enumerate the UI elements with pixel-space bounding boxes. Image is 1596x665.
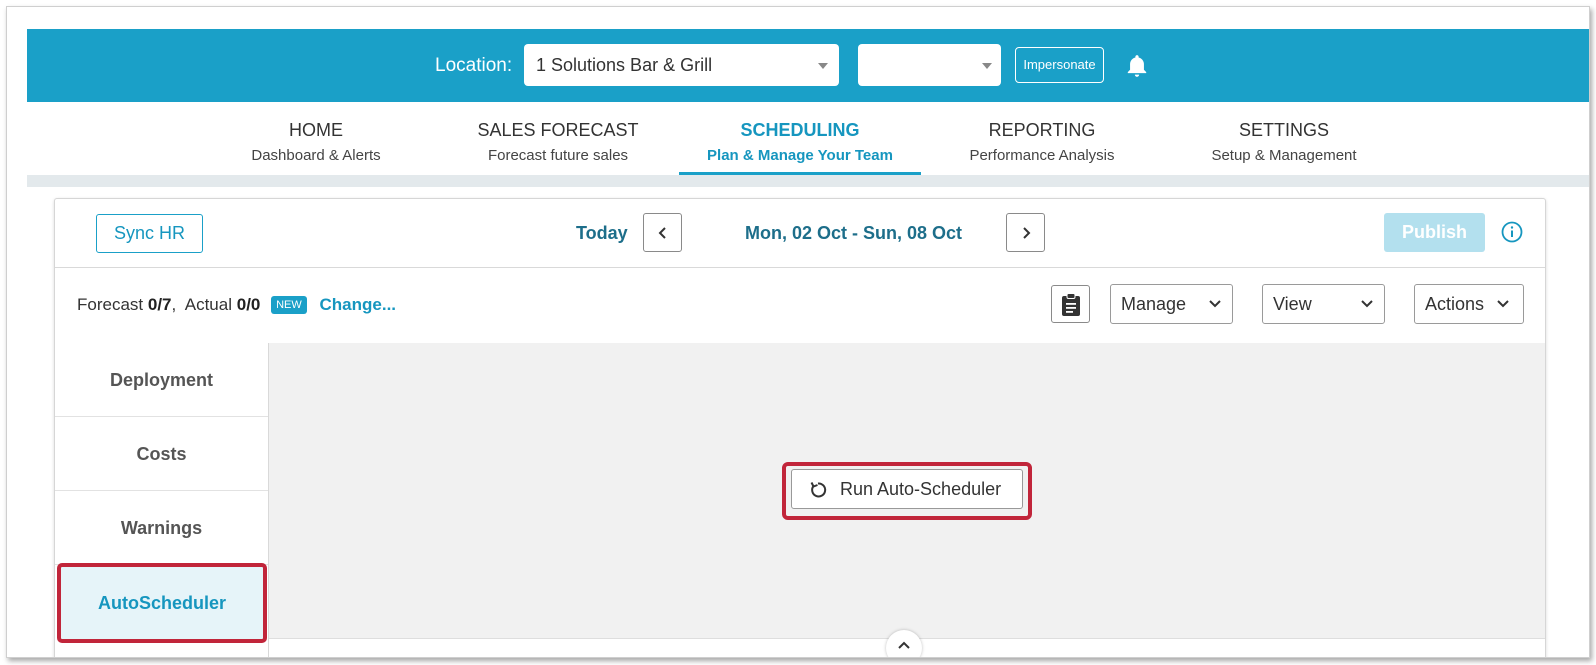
next-week-button[interactable] [1006, 213, 1045, 252]
publish-button[interactable]: Publish [1384, 213, 1485, 252]
chevron-up-icon [898, 641, 910, 649]
view-dropdown[interactable]: View [1262, 284, 1385, 324]
location-select[interactable]: 1 Solutions Bar & Grill [524, 44, 839, 86]
date-range: Mon, 02 Oct - Sun, 08 Oct [745, 223, 963, 243]
run-autoscheduler-button[interactable]: Run Auto-Scheduler [791, 469, 1023, 509]
sync-hr-button[interactable]: Sync HR [96, 214, 203, 253]
bell-icon[interactable] [1124, 53, 1150, 79]
actions-dropdown[interactable]: Actions [1414, 284, 1524, 324]
schedule-panel: Sync HR Today Mon, 02 Oct - Sun, 08 Oct … [54, 198, 1546, 657]
sidebar-item-costs[interactable]: Costs [55, 417, 268, 491]
info-icon[interactable] [1501, 221, 1523, 243]
collapse-button[interactable] [886, 630, 922, 657]
location-label: Location: [435, 55, 513, 76]
nav-sales-forecast-subtitle: Forecast future sales [487, 147, 629, 164]
nav-reporting-subtitle: Performance Analysis [969, 147, 1115, 164]
forecast-summary: Forecast 0/7, Actual 0/0 NEW Change... [77, 295, 397, 314]
main-nav: HOME Dashboard & Alerts SALES FORECAST F… [27, 102, 1589, 175]
sidebar-item-warnings[interactable]: Warnings [55, 491, 268, 565]
manage-dropdown-label: Manage [1121, 294, 1187, 314]
autoscheduler-content: Run Auto-Scheduler [269, 343, 1545, 639]
new-badge: NEW [271, 296, 307, 314]
nav-scheduling-subtitle: Plan & Manage Your Team [707, 147, 893, 164]
chevron-down-icon [1497, 300, 1509, 308]
nav-settings-title: SETTINGS [1238, 120, 1329, 140]
nav-home-title: HOME [289, 120, 343, 140]
app-window: Location: 1 Solutions Bar & Grill Impers… [6, 6, 1590, 658]
sidebar-item-autoscheduler[interactable]: AutoScheduler [57, 563, 267, 643]
chevron-left-icon [658, 227, 666, 239]
actual-label: Actual [184, 295, 232, 314]
nav-scheduling[interactable]: SCHEDULING Plan & Manage Your Team [679, 102, 921, 175]
nav-settings-subtitle: Setup & Management [1211, 147, 1357, 164]
chevron-down-icon [982, 63, 992, 69]
divider [27, 175, 1589, 187]
chevron-right-icon [1023, 227, 1031, 239]
chevron-down-icon [1361, 300, 1373, 308]
nav-home[interactable]: HOME Dashboard & Alerts [195, 102, 437, 175]
forecast-value: 0/7 [147, 295, 172, 314]
run-autoscheduler-label: Run Auto-Scheduler [840, 479, 1002, 499]
top-bar: Location: 1 Solutions Bar & Grill Impers… [27, 29, 1589, 102]
schedule-sidebar: Deployment Costs Warnings AutoScheduler [55, 343, 269, 657]
today-button[interactable]: Today [576, 223, 628, 244]
chevron-down-icon [1209, 300, 1221, 308]
forecast-toolbar: Forecast 0/7, Actual 0/0 NEW Change... M… [55, 268, 1545, 343]
nav-reporting[interactable]: REPORTING Performance Analysis [921, 102, 1163, 175]
previous-week-button[interactable] [643, 213, 682, 252]
nav-sales-forecast[interactable]: SALES FORECAST Forecast future sales [437, 102, 679, 175]
actual-value: 0/0 [236, 295, 261, 314]
nav-home-subtitle: Dashboard & Alerts [251, 147, 381, 164]
change-forecast-link[interactable]: Change... [320, 295, 397, 314]
sidebar-item-deployment[interactable]: Deployment [55, 343, 268, 417]
clipboard-icon [1062, 293, 1080, 316]
impersonate-button[interactable]: Impersonate [1015, 47, 1104, 83]
nav-sales-forecast-title: SALES FORECAST [477, 120, 639, 140]
nav-settings[interactable]: SETTINGS Setup & Management [1163, 102, 1405, 175]
actions-dropdown-label: Actions [1425, 294, 1485, 314]
forecast-label: Forecast [77, 295, 144, 314]
schedule-toolbar: Sync HR Today Mon, 02 Oct - Sun, 08 Oct … [55, 199, 1545, 268]
chevron-down-icon [818, 63, 828, 69]
clipboard-button[interactable] [1051, 285, 1090, 323]
view-dropdown-label: View [1273, 294, 1312, 314]
secondary-select[interactable] [858, 44, 1001, 86]
manage-dropdown[interactable]: Manage [1110, 284, 1233, 324]
nav-scheduling-title: SCHEDULING [740, 120, 860, 140]
refresh-icon [810, 482, 827, 498]
location-select-value: 1 Solutions Bar & Grill [536, 55, 713, 75]
nav-reporting-title: REPORTING [988, 120, 1096, 140]
